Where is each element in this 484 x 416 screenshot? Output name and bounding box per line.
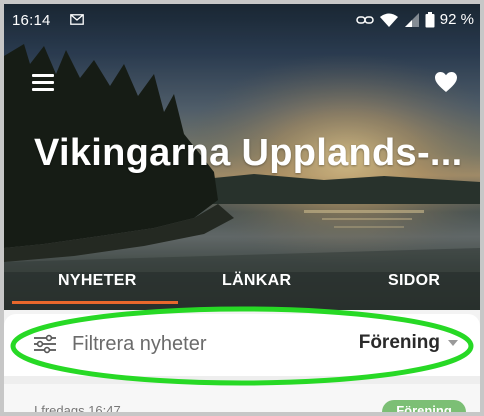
battery-percentage: 92 %	[439, 11, 474, 28]
caret-down-icon	[448, 340, 458, 346]
active-tab-indicator	[12, 301, 178, 304]
wifi-icon	[379, 13, 398, 27]
tab-lankar[interactable]: LÄNKAR	[222, 272, 291, 290]
app-screen: 16:14 92 % Vikingarna Upplands-... NYHET…	[0, 0, 484, 416]
category-selected-label: Förening	[358, 332, 440, 353]
section-divider	[4, 376, 480, 384]
status-time: 16:14	[12, 12, 51, 29]
tab-sidor[interactable]: SIDOR	[388, 272, 440, 290]
news-list-item[interactable]: I fredags 16:47 Förening	[4, 384, 480, 416]
battery-icon	[425, 11, 435, 27]
category-dropdown[interactable]: Förening	[359, 332, 458, 354]
tab-nyheter[interactable]: NYHETER	[58, 272, 137, 290]
tab-bar: NYHETER LÄNKAR SIDOR	[4, 266, 480, 310]
status-icons: 92 %	[356, 11, 474, 28]
news-filter-input[interactable]	[72, 330, 322, 358]
heart-icon[interactable]	[434, 71, 458, 93]
filter-bar: Förening	[4, 314, 480, 376]
hero-header: 16:14 92 % Vikingarna Upplands-... NYHET…	[4, 4, 480, 310]
news-category-badge: Förening	[382, 400, 466, 416]
mail-icon	[70, 14, 84, 25]
link-icon	[356, 15, 374, 24]
hamburger-menu-icon[interactable]	[32, 74, 54, 92]
app-title: Vikingarna Upplands-...	[34, 132, 463, 174]
status-bar: 16:14 92 %	[4, 4, 480, 36]
signal-icon	[404, 12, 419, 27]
sliders-icon[interactable]	[34, 334, 56, 354]
news-date: I fredags 16:47	[34, 403, 121, 416]
